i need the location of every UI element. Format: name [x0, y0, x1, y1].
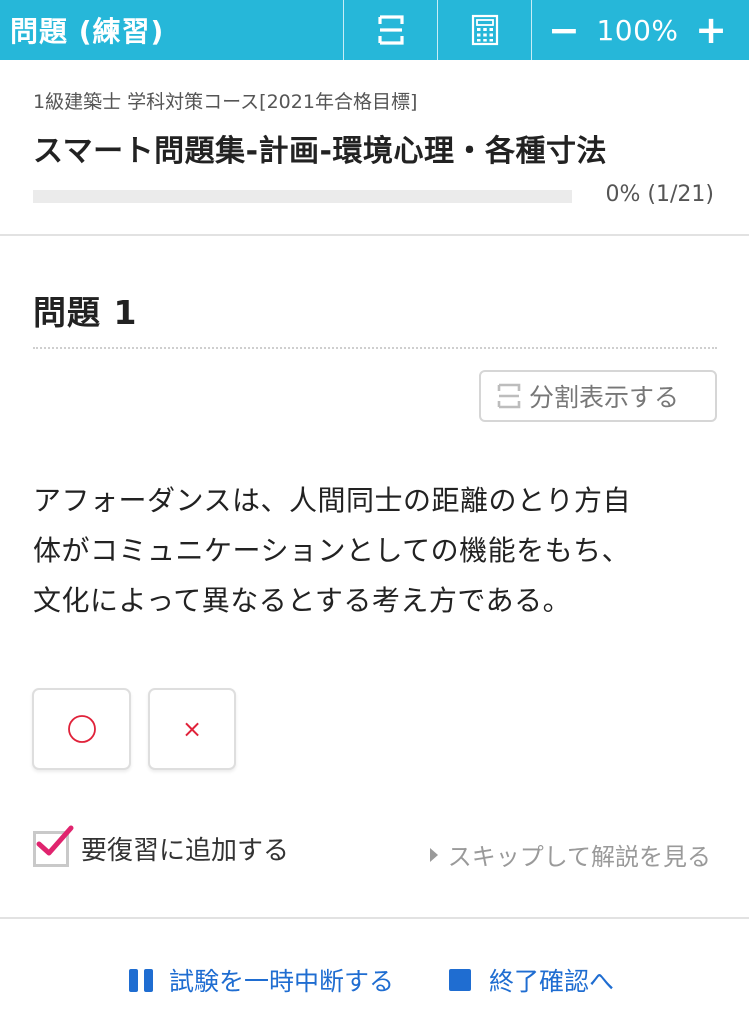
circle-icon	[67, 715, 96, 743]
zoom-in-button[interactable]: +	[695, 11, 727, 49]
divider	[33, 347, 717, 349]
skip-label: スキップして解説を見る	[447, 843, 711, 871]
footer-divider	[0, 917, 749, 919]
split-view-button[interactable]	[343, 0, 437, 60]
pause-exam-link[interactable]: 試験を一時中断する	[129, 962, 394, 998]
calculator-icon	[471, 14, 498, 46]
add-to-review-checkbox[interactable]: 要復習に追加する	[33, 825, 290, 867]
finish-confirm-link[interactable]: 終了確認へ	[449, 962, 614, 998]
answer-true-button[interactable]	[32, 688, 131, 770]
split-view-icon	[497, 383, 521, 409]
question-text-line: 体がコミュニケーションとしての機能をもち、	[33, 534, 631, 567]
question-text: アフォーダンスは、人間同士の距離のとり方自 体がコミュニケーションとしての機能を…	[33, 476, 723, 626]
pause-label: 試験を一時中断する	[169, 967, 395, 996]
split-display-button[interactable]: 分割表示する	[479, 370, 717, 422]
split-display-label: 分割表示する	[529, 383, 680, 412]
progress-text: 0% (1/21)	[605, 182, 714, 207]
question-heading: 問題 1	[33, 293, 138, 332]
page-title: 問題 (練習)	[10, 15, 165, 48]
calculator-button[interactable]	[437, 0, 531, 60]
question-set-title: スマート問題集-計画-環境心理・各種寸法	[33, 134, 608, 169]
triangle-right-icon	[429, 847, 438, 862]
zoom-out-button[interactable]: −	[548, 11, 580, 49]
answer-false-button[interactable]: ×	[148, 688, 236, 770]
question-text-line: アフォーダンスは、人間同士の距離のとり方自	[33, 484, 631, 517]
skip-link[interactable]: スキップして解説を見る	[429, 837, 711, 872]
exam-header: 1級建築士 学科対策コース[2021年合格目標] スマート問題集-計画-環境心理…	[0, 60, 749, 236]
zoom-level: 100%	[596, 13, 679, 47]
pause-icon	[129, 968, 153, 992]
stop-icon	[449, 969, 471, 991]
top-bar: 問題 (練習) − 100% +	[0, 0, 749, 60]
question-text-line: 文化によって異なるとする考え方である。	[33, 584, 572, 617]
checkmark-icon	[36, 825, 74, 855]
split-view-icon	[377, 15, 404, 45]
review-label: 要復習に追加する	[81, 836, 290, 866]
course-name: 1級建築士 学科対策コース[2021年合格目標]	[33, 91, 418, 113]
answer-false-label: ×	[181, 715, 203, 743]
zoom-control: − 100% +	[531, 0, 749, 60]
checkbox[interactable]	[33, 825, 74, 867]
finish-label: 終了確認へ	[489, 967, 615, 996]
progress-bar	[33, 190, 572, 203]
